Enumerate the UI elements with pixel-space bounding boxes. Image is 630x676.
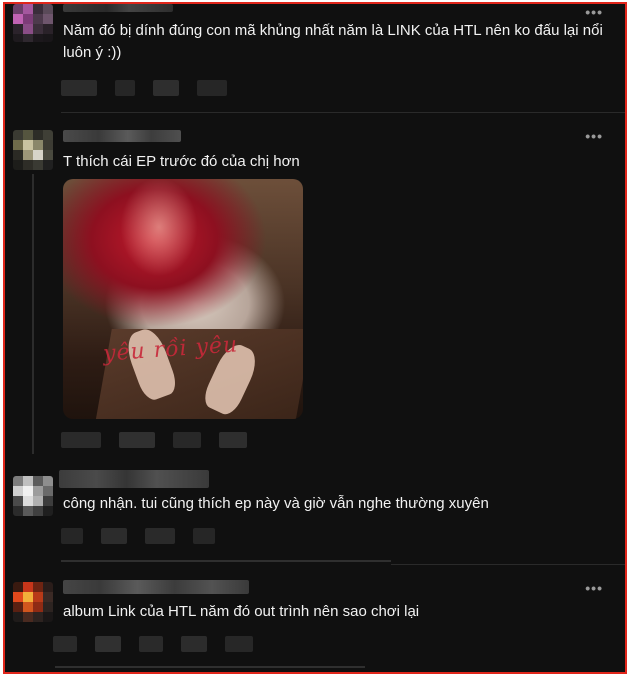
blurred-actions <box>61 432 247 448</box>
divider <box>61 560 391 562</box>
blurred-username <box>63 580 249 594</box>
comment-text: công nhận. tui cũng thích ep này và giờ … <box>63 495 489 512</box>
comment-text: Năm đó bị dính đúng con mã khủng nhất nă… <box>63 22 603 61</box>
like-action[interactable] <box>53 636 77 652</box>
thread-connector <box>32 174 34 454</box>
share-action[interactable] <box>173 432 201 448</box>
divider <box>61 112 625 113</box>
share-action[interactable] <box>153 80 179 96</box>
more-options-icon[interactable]: ••• <box>585 128 603 144</box>
blurred-actions <box>61 528 215 544</box>
divider <box>391 564 625 565</box>
divider <box>55 666 365 668</box>
reply-action[interactable] <box>115 80 135 96</box>
blurred-actions <box>61 80 227 96</box>
reaction-count <box>219 432 247 448</box>
reaction-count <box>181 636 207 652</box>
share-action[interactable] <box>145 528 175 544</box>
reply-action[interactable] <box>95 636 121 652</box>
attached-photo[interactable]: yêu rồi yêu <box>63 179 303 419</box>
comment-text: album Link của HTL năm đó out trình nên … <box>63 603 420 620</box>
blurred-username <box>59 470 209 488</box>
reply-action[interactable] <box>119 432 155 448</box>
like-action[interactable] <box>61 528 83 544</box>
like-action[interactable] <box>61 80 97 96</box>
more-options-icon[interactable]: ••• <box>585 580 603 596</box>
reaction-count <box>197 80 227 96</box>
comment-thread-screenshot: ••• Năm đó bị dính đúng con mã khủng nhấ… <box>3 2 627 674</box>
reply-action[interactable] <box>101 528 127 544</box>
share-action[interactable] <box>139 636 163 652</box>
avatar[interactable] <box>13 476 53 516</box>
avatar[interactable] <box>13 4 53 42</box>
reaction-count <box>225 636 253 652</box>
reaction-count <box>193 528 215 544</box>
more-options-icon[interactable]: ••• <box>585 4 603 20</box>
blurred-username <box>63 4 173 12</box>
blurred-actions <box>53 636 253 652</box>
comment-text: T thích cái EP trước đó của chị hơn <box>63 153 300 170</box>
avatar[interactable] <box>13 130 53 170</box>
blurred-username <box>63 130 181 142</box>
like-action[interactable] <box>61 432 101 448</box>
avatar[interactable] <box>13 582 53 622</box>
